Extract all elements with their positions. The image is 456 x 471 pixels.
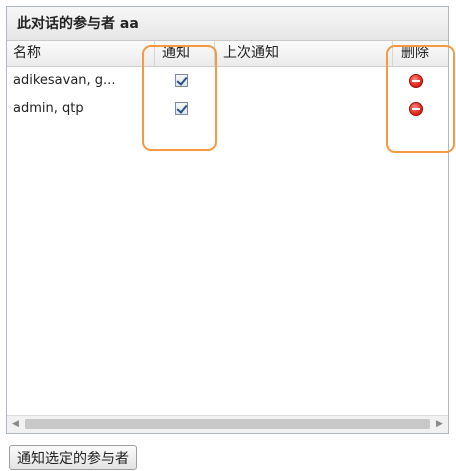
column-header-last-notified[interactable]: 上次通知 — [215, 41, 393, 66]
last-notified-cell — [215, 67, 393, 95]
delete-minus-icon[interactable] — [409, 74, 423, 88]
notify-checkbox[interactable] — [175, 102, 188, 115]
delete-minus-icon[interactable] — [409, 102, 423, 116]
last-notified-cell — [215, 95, 393, 123]
arrow-left-icon[interactable]: ◀ — [7, 416, 24, 433]
participant-name: admin, qtp — [13, 101, 84, 116]
grid-header: 名称 通知 上次通知 删除 — [7, 41, 448, 67]
table-row: admin, qtp — [7, 95, 448, 123]
delete-cell — [393, 67, 450, 95]
notify-cell — [155, 95, 215, 123]
panel-title: 此对话的参与者 aa — [7, 7, 448, 41]
horizontal-scrollbar[interactable]: ◀ ▶ — [7, 415, 448, 433]
column-header-notify[interactable]: 通知 — [155, 41, 215, 66]
notify-checkbox[interactable] — [175, 74, 188, 87]
participants-panel: 此对话的参与者 aa 名称 通知 上次通知 删除 adikesavan, g..… — [6, 6, 449, 434]
notify-cell — [155, 67, 215, 95]
column-header-name[interactable]: 名称 — [7, 41, 155, 66]
arrow-right-icon[interactable]: ▶ — [431, 416, 448, 433]
delete-cell — [393, 95, 450, 123]
column-header-delete[interactable]: 删除 — [393, 41, 450, 66]
participant-name: adikesavan, g... — [13, 73, 116, 88]
participants-grid: adikesavan, g... admin, qtp — [7, 67, 448, 123]
table-row: adikesavan, g... — [7, 67, 448, 95]
scrollbar-thumb[interactable] — [25, 419, 430, 429]
notify-selected-button[interactable]: 通知选定的参与者 — [9, 445, 137, 470]
